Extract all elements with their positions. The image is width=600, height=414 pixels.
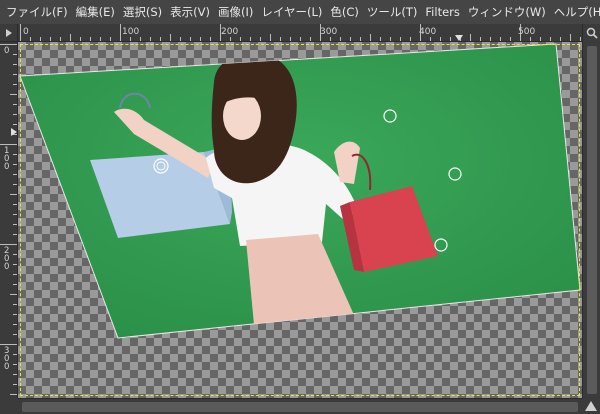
menu-tools[interactable]: ツール(T)	[365, 0, 424, 24]
vruler-label-0: 0	[4, 46, 9, 56]
navigate-button[interactable]	[582, 398, 600, 414]
menu-file[interactable]: ファイル(F)	[4, 0, 74, 24]
menu-image[interactable]: 画像(I)	[216, 0, 259, 24]
vruler-label-300: 300	[4, 346, 9, 372]
pointer-position-marker	[455, 35, 463, 41]
vertical-scrollbar[interactable]	[582, 42, 600, 398]
vertical-scrollbar-thumb[interactable]	[587, 46, 597, 394]
horizontal-scrollbar[interactable]	[18, 398, 582, 414]
menu-color[interactable]: 色(C)	[328, 0, 365, 24]
menu-windows[interactable]: ウィンドウ(W)	[466, 0, 552, 24]
hruler-label-0: 0	[23, 27, 29, 37]
menu-bar: ファイル(F) 編集(E) 選択(S) 表示(V) 画像(I) レイヤー(L) …	[0, 0, 600, 24]
zoom-button[interactable]	[582, 24, 600, 42]
menu-layer[interactable]: レイヤー(L)	[259, 0, 328, 24]
menu-help[interactable]: ヘルプ(H)	[552, 0, 600, 24]
hruler-label-400: 400	[419, 27, 436, 37]
ruler-corner-button[interactable]	[0, 24, 18, 42]
transformed-layer[interactable]	[18, 42, 582, 398]
magnifier-icon	[586, 27, 598, 39]
quick-mask-toggle[interactable]	[0, 398, 18, 414]
menu-edit[interactable]: 編集(E)	[74, 0, 121, 24]
hruler-label-300: 300	[320, 27, 337, 37]
hruler-label-100: 100	[122, 27, 139, 37]
vertical-ruler-ticks: 0 100 200 300	[0, 44, 17, 395]
horizontal-ruler-ticks: 0 100 200 300 400 500	[20, 24, 581, 41]
menu-filters[interactable]: Filters	[423, 0, 465, 24]
vruler-label-200: 200	[4, 246, 9, 272]
horizontal-ruler[interactable]: 0 100 200 300 400 500	[18, 24, 582, 42]
triangle-right-icon	[5, 28, 12, 37]
vruler-label-100: 100	[4, 146, 9, 172]
hruler-label-200: 200	[221, 27, 238, 37]
vertical-ruler[interactable]: 0 100 200 300	[0, 42, 18, 398]
menu-select[interactable]: 選択(S)	[121, 0, 168, 24]
hruler-label-500: 500	[518, 27, 535, 37]
menu-view[interactable]: 表示(V)	[168, 0, 216, 24]
navigate-icon	[585, 401, 597, 411]
image-canvas[interactable]	[18, 42, 582, 398]
horizontal-scrollbar-thumb[interactable]	[22, 402, 578, 412]
